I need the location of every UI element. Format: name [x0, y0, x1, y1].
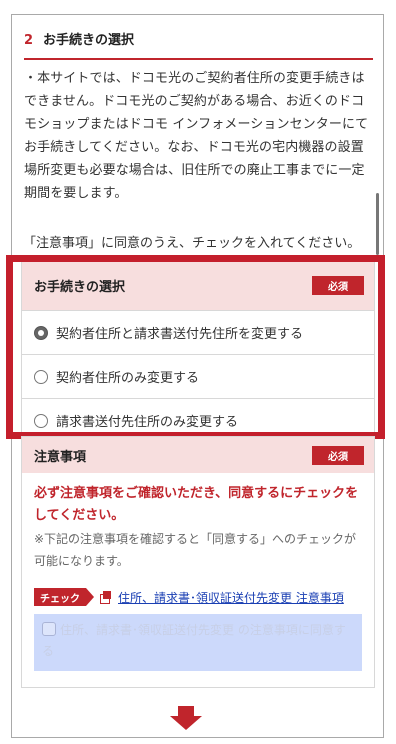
notice-link[interactable]: 住所、請求書･領収証送付先変更 注意事項 [118, 589, 344, 606]
radio-option-contractor[interactable]: 契約者住所のみ変更する [22, 354, 374, 398]
required-badge: 必須 [312, 445, 364, 465]
notice-body: 必ず注意事項をご確認いただき、同意するにチェックをしてください。 ※下記の注意事… [22, 473, 374, 671]
intro-text: ・本サイトでは、ドコモ光のご契約者住所の変更手続きはできません。ドコモ光のご契約… [24, 71, 369, 201]
agree-checkbox-area[interactable]: 住所、請求書･領収証送付先変更 の注意事項に同意する [34, 614, 362, 671]
notice-box: 注意事項 必須 必ず注意事項をご確認いただき、同意するにチェックをしてください。… [21, 436, 375, 688]
check-tag: チェック [34, 588, 94, 606]
consent-note: 「注意事項」に同意のうえ、チェックを入れてください。 [23, 236, 361, 251]
procedure-box: お手続きの選択 必須 契約者住所と請求書送付先住所を変更する 契約者住所のみ変更… [21, 259, 375, 443]
section-title: お手続きの選択 [43, 33, 135, 48]
notice-subtext: ※下記の注意事項を確認すると「同意する」へのチェックが可能になります。 [34, 532, 357, 568]
down-arrow-icon [170, 706, 202, 736]
radio-label: 請求書送付先住所のみ変更する [56, 415, 239, 430]
scrollbar[interactable] [376, 193, 379, 255]
arrow-head [170, 716, 202, 730]
agree-label: 住所、請求書･領収証送付先変更 の注意事項に同意する [42, 623, 346, 658]
notice-link-row: チェック 住所、請求書･領収証送付先変更 注意事項 [34, 588, 362, 606]
radio-label: 契約者住所のみ変更する [56, 371, 200, 386]
section-heading: 2 お手続きの選択 [24, 29, 373, 60]
notice-header: 注意事項 必須 [22, 437, 374, 473]
radio-button[interactable] [34, 413, 48, 428]
radio-button-checked[interactable] [34, 325, 48, 340]
procedure-title: お手続きの選択 [34, 279, 126, 295]
section-number: 2 [24, 33, 34, 48]
radio-option-both[interactable]: 契約者住所と請求書送付先住所を変更する [22, 310, 374, 354]
external-link-icon [100, 591, 112, 604]
notice-title: 注意事項 [34, 449, 87, 465]
arrow-shaft [178, 706, 194, 716]
radio-label: 契約者住所と請求書送付先住所を変更する [56, 327, 304, 342]
notice-warning: 必ず注意事項をご確認いただき、同意するにチェックをしてください。 [34, 486, 359, 523]
procedure-header: お手続きの選択 必須 [22, 260, 374, 310]
agree-checkbox[interactable] [42, 622, 56, 636]
radio-button[interactable] [34, 369, 48, 384]
required-badge: 必須 [312, 275, 364, 295]
